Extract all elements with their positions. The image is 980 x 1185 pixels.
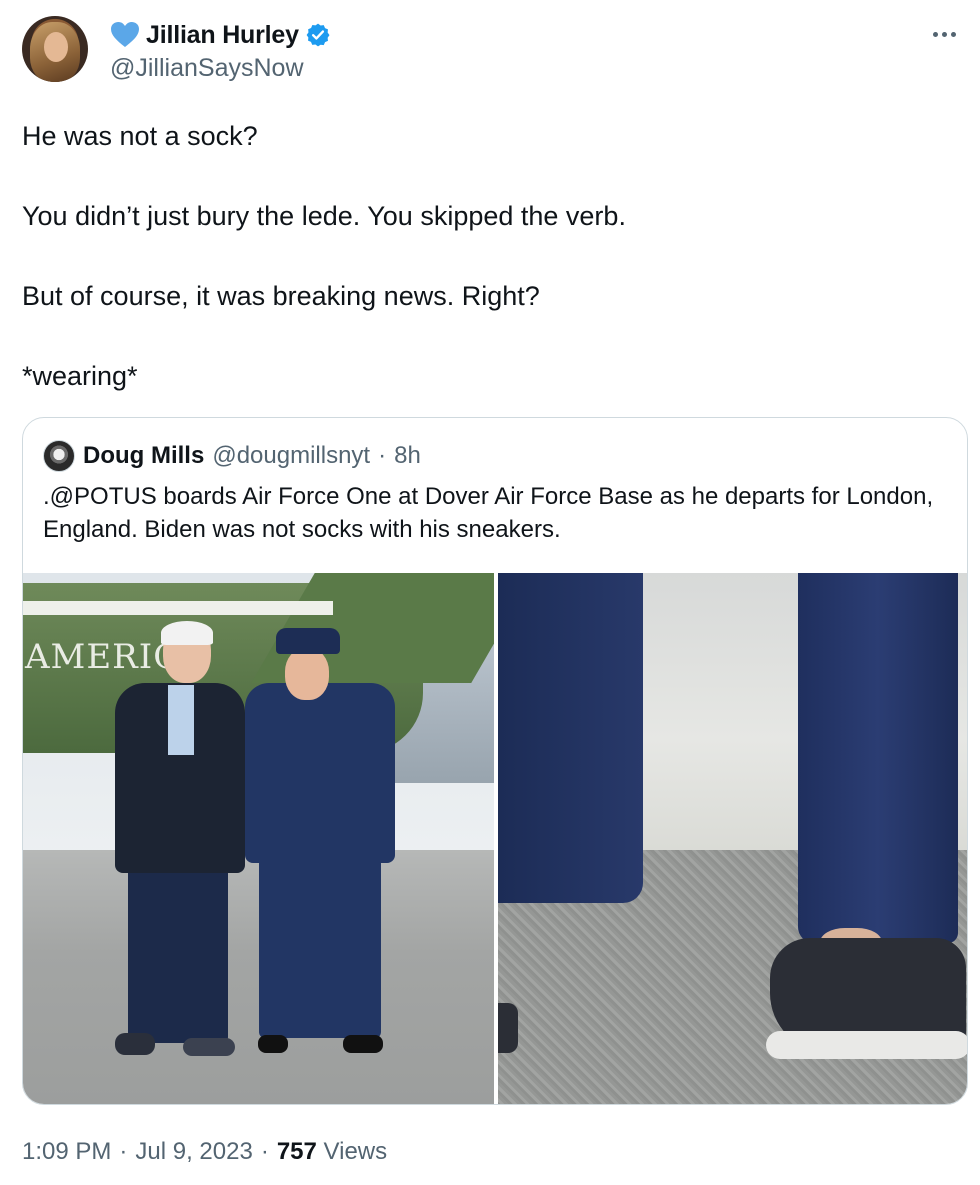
views-label: Views	[323, 1138, 388, 1165]
name-row: Jillian Hurley	[110, 18, 331, 52]
tweet-date[interactable]: Jul 9, 2023	[135, 1138, 252, 1166]
person-2-cap	[276, 628, 340, 654]
tweet-line: You didn’t just bury the lede. You skipp…	[22, 201, 626, 231]
shoe	[115, 1033, 155, 1055]
shoe	[343, 1035, 383, 1053]
shoe	[183, 1038, 235, 1056]
tweet-meta: 1:09 PM · Jul 9, 2023 · 757 Views	[22, 1132, 387, 1172]
quoted-display-name[interactable]: Doug Mills	[83, 442, 204, 470]
tweet-header: Jillian Hurley @JillianSaysNow	[22, 16, 962, 86]
sneaker-left-edge	[498, 1003, 518, 1053]
photo-sneakers-closeup[interactable]	[498, 573, 967, 1104]
views-count: 757	[276, 1138, 317, 1165]
photo-helicopter-stripe	[23, 601, 333, 615]
tweet-time[interactable]: 1:09 PM	[22, 1138, 111, 1166]
avatar[interactable]	[22, 16, 88, 82]
shoe	[258, 1035, 288, 1053]
tweet-line: He was not a sock?	[22, 121, 258, 151]
photo-helicopter-lettering: AMERIC	[25, 637, 181, 677]
quoted-tweet-card[interactable]: Doug Mills @dougmillsnyt · 8h .@POTUS bo…	[22, 417, 968, 1105]
person-2-head	[285, 648, 329, 700]
verified-badge-icon[interactable]	[305, 22, 331, 48]
trouser-leg-left	[498, 573, 643, 903]
quoted-avatar[interactable]	[43, 440, 75, 472]
quoted-tweet-header: Doug Mills @dougmillsnyt · 8h	[43, 438, 421, 474]
person-2-legs	[259, 858, 381, 1038]
author-display-name[interactable]: Jillian Hurley	[146, 21, 299, 50]
tweet-line: But of course, it was breaking news. Rig…	[22, 281, 540, 311]
trouser-leg-right	[798, 573, 958, 943]
quoted-tweet-text: .@POTUS boards Air Force One at Dover Ai…	[43, 483, 934, 543]
photo-biden-walking[interactable]: AMERIC	[23, 573, 494, 1104]
blue-heart-icon	[110, 21, 140, 49]
person-2-jacket	[245, 683, 395, 863]
person-1-hair	[161, 621, 213, 645]
quoted-timestamp[interactable]: 8h	[394, 442, 421, 470]
quoted-media-grid: AMERIC	[23, 573, 967, 1104]
more-options-icon[interactable]	[926, 20, 962, 48]
tweet-text: He was not a sock? You didn’t just bury …	[22, 116, 952, 396]
sneaker-sole	[766, 1031, 967, 1059]
separator-dot: ·	[260, 1138, 269, 1165]
separator-dot: ·	[119, 1138, 128, 1165]
separator-dot: ·	[378, 442, 387, 469]
quoted-handle[interactable]: @dougmillsnyt	[212, 442, 370, 470]
author-handle[interactable]: @JillianSaysNow	[110, 54, 304, 83]
person-1-shirt	[168, 685, 194, 755]
avatar-face	[44, 32, 68, 62]
tweet-line: *wearing*	[22, 361, 138, 391]
person-1-legs	[128, 863, 228, 1043]
tweet: Jillian Hurley @JillianSaysNow He was no…	[0, 0, 980, 1185]
